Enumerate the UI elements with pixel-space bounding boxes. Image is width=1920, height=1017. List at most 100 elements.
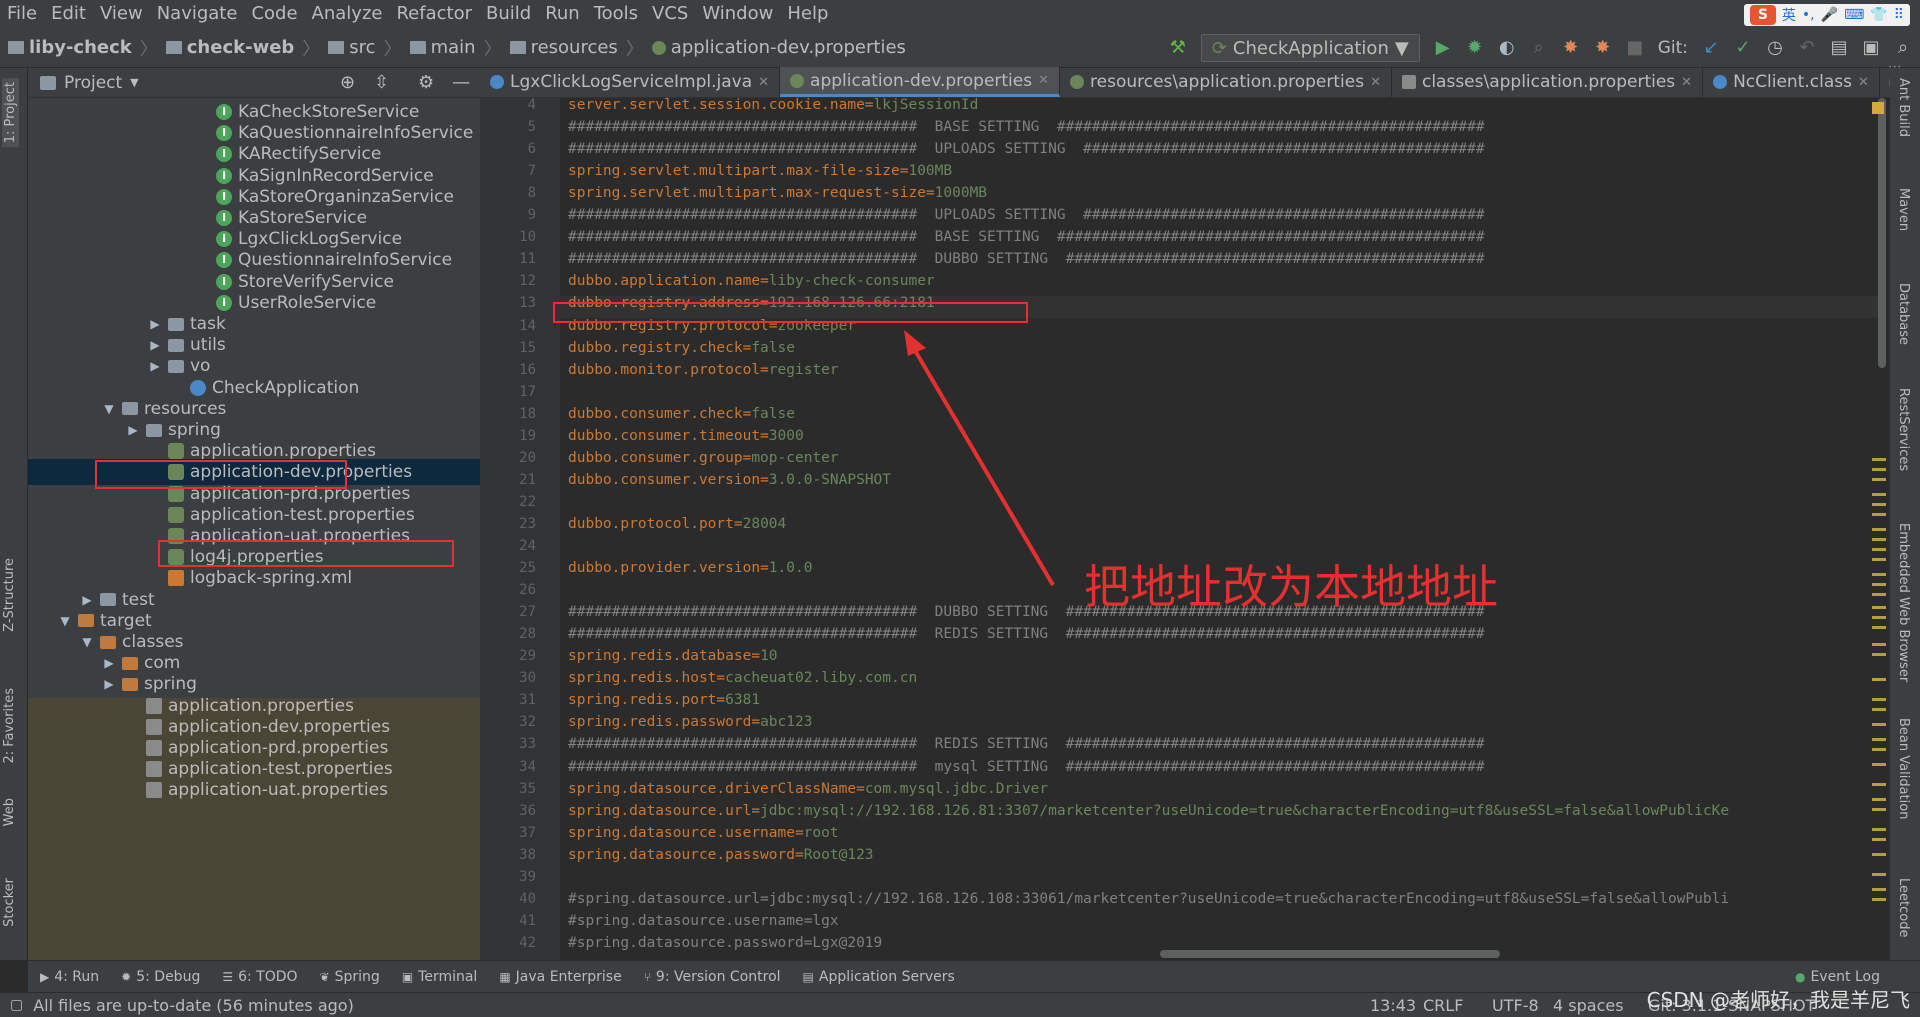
tool-spring[interactable]: ❦ Spring <box>320 969 380 985</box>
stop-icon[interactable]: ■ <box>1626 39 1644 57</box>
code-line[interactable]: spring.datasource.url=jdbc:mysql://192.1… <box>568 800 1729 822</box>
close-icon[interactable]: ✕ <box>1370 75 1381 90</box>
expanded-arrow-icon[interactable]: ▼ <box>58 614 72 628</box>
code-line[interactable]: dubbo.consumer.timeout=3000 <box>568 425 804 447</box>
tool-run[interactable]: ▶ 4: Run <box>40 969 99 985</box>
error-stripe-mark[interactable] <box>1872 798 1886 801</box>
code-line[interactable]: ########################################… <box>568 116 1485 138</box>
tool-tab-ant-build[interactable]: Ant Build <box>1896 78 1911 137</box>
code-line[interactable]: spring.redis.port=6381 <box>568 689 760 711</box>
menu-run[interactable]: Run <box>538 0 587 28</box>
search-icon[interactable]: ⌕ <box>1894 39 1912 57</box>
error-stripe-mark[interactable] <box>1872 808 1886 811</box>
tool-terminal[interactable]: ▣ Terminal <box>402 969 478 985</box>
gear-icon[interactable]: ⚙ <box>418 72 434 93</box>
code-line[interactable]: dubbo.provider.version=1.0.0 <box>568 557 812 579</box>
error-stripe-mark[interactable] <box>1872 458 1886 461</box>
code-line[interactable]: dubbo.protocol.port=28004 <box>568 513 786 535</box>
breadcrumb-project[interactable]: liby-check 〉 <box>8 35 158 61</box>
menu-refactor[interactable]: Refactor <box>389 0 479 28</box>
rollback-icon[interactable]: ↶ <box>1798 39 1816 57</box>
error-stripe-mark[interactable] <box>1872 558 1886 561</box>
tool-tab-maven[interactable]: Maven <box>1896 188 1911 231</box>
code-line[interactable]: dubbo.monitor.protocol=register <box>568 359 839 381</box>
error-stripe-mark[interactable] <box>1872 513 1886 516</box>
menu-code[interactable]: Code <box>244 0 304 28</box>
menu-tools[interactable]: Tools <box>587 0 645 28</box>
error-stripe-mark[interactable] <box>1872 888 1886 891</box>
tool-tab-restservices[interactable]: RestServices <box>1896 388 1911 471</box>
inspection-status-icon[interactable] <box>1872 102 1884 114</box>
error-stripe-mark[interactable] <box>1872 838 1886 841</box>
breadcrumb-main[interactable]: main 〉 <box>409 35 502 61</box>
tool-todo[interactable]: ☰ 6: TODO <box>222 969 297 985</box>
tool-tab-embedded-web-browser[interactable]: Embedded Web Browser <box>1896 523 1911 682</box>
tool-tab-favorites[interactable]: 2: Favorites <box>2 688 17 764</box>
tab-resources-application-properties[interactable]: resources\application.properties ✕ <box>1060 67 1392 97</box>
error-stripe-mark[interactable] <box>1872 493 1886 496</box>
close-icon[interactable]: ✕ <box>1858 75 1869 90</box>
code-line[interactable]: ########################################… <box>568 204 1485 226</box>
menu-view[interactable]: View <box>93 0 150 28</box>
tool-java-enterprise[interactable]: ▦ Java Enterprise <box>499 969 621 985</box>
tool-tab-web[interactable]: Web <box>2 798 17 826</box>
code-line[interactable]: spring.servlet.multipart.max-file-size=1… <box>568 160 952 182</box>
tool-tab-stocker[interactable]: Stocker <box>2 878 17 927</box>
expanded-arrow-icon[interactable]: ▼ <box>102 402 116 416</box>
error-stripe-mark[interactable] <box>1872 468 1886 471</box>
error-stripe-mark[interactable] <box>1872 783 1886 786</box>
close-icon[interactable]: ✕ <box>1038 73 1049 88</box>
breadcrumb-file[interactable]: application-dev.properties <box>651 37 906 58</box>
breadcrumb-module[interactable]: check-web 〉 <box>165 35 320 61</box>
tree-item[interactable]: application-uat.properties <box>28 777 480 803</box>
code-line[interactable]: dubbo.consumer.group=mop-center <box>568 447 839 469</box>
project-panel-title[interactable]: Project <box>64 73 122 93</box>
code-line[interactable]: ########################################… <box>568 623 1485 645</box>
spring-debug-icon[interactable]: ✸ <box>1594 39 1612 57</box>
error-stripe-mark[interactable] <box>1872 478 1886 481</box>
close-icon[interactable]: ✕ <box>1681 75 1692 90</box>
tab-application-dev-properties[interactable]: application-dev.properties ✕ <box>780 67 1061 97</box>
git-update-icon[interactable]: ↙ <box>1702 39 1720 57</box>
history-icon[interactable]: ◷ <box>1766 39 1784 57</box>
terminal-window-icon[interactable]: ▣ <box>1862 39 1880 57</box>
code-editor[interactable]: server.servlet.session.cookie.name=lkjSe… <box>560 98 1880 960</box>
collapsed-arrow-icon[interactable]: ▶ <box>148 338 162 352</box>
collapsed-arrow-icon[interactable]: ▶ <box>102 677 116 691</box>
locate-icon[interactable]: ⊕ <box>340 72 355 93</box>
error-stripe-mark[interactable] <box>1872 606 1886 609</box>
tool-tab-database[interactable]: Database <box>1896 283 1911 345</box>
error-stripe-mark[interactable] <box>1872 873 1886 876</box>
code-line[interactable]: #spring.datasource.url=jdbc:mysql://192.… <box>568 888 1729 910</box>
tool-version-control[interactable]: ⑂ 9: Version Control <box>644 969 781 985</box>
code-line[interactable]: ########################################… <box>568 248 1485 270</box>
tool-event-log[interactable]: ● Event Log <box>1795 969 1880 985</box>
code-line[interactable]: ########################################… <box>568 733 1485 755</box>
code-line[interactable]: #spring.datasource.password=Lgx@2019 <box>568 932 882 954</box>
breadcrumb-resources[interactable]: resources 〉 <box>509 35 644 61</box>
menu-edit[interactable]: Edit <box>44 0 93 28</box>
file-encoding[interactable]: UTF-8 <box>1492 996 1539 1015</box>
ime-language[interactable]: 英 <box>1782 5 1796 25</box>
code-line[interactable]: dubbo.application.name=liby-check-consum… <box>568 270 935 292</box>
breadcrumb-src[interactable]: src 〉 <box>328 35 402 61</box>
error-stripe-mark[interactable] <box>1872 593 1886 596</box>
hide-panel-icon[interactable]: — <box>452 72 470 93</box>
code-line[interactable]: dubbo.consumer.check=false <box>568 403 795 425</box>
code-line[interactable]: spring.datasource.driverClassName=com.my… <box>568 778 1048 800</box>
code-line[interactable]: spring.redis.database=10 <box>568 645 778 667</box>
error-stripe-mark[interactable] <box>1872 643 1886 646</box>
run-configuration-select[interactable]: ⟳ CheckApplication ▼ <box>1200 34 1420 62</box>
error-stripe-mark[interactable] <box>1872 708 1886 711</box>
tool-tab-structure[interactable]: Z-Structure <box>2 558 17 632</box>
indent-setting[interactable]: 4 spaces <box>1553 996 1624 1015</box>
error-stripe-mark[interactable] <box>1872 573 1886 576</box>
error-stripe-mark[interactable] <box>1872 898 1886 901</box>
error-stripe-mark[interactable] <box>1872 678 1886 681</box>
tool-application-servers[interactable]: ▤ Application Servers <box>803 969 955 985</box>
coverage-icon[interactable]: ◐ <box>1498 39 1516 57</box>
menu-navigate[interactable]: Navigate <box>150 0 245 28</box>
menu-window[interactable]: Window <box>695 0 780 28</box>
tool-tab-project[interactable]: 1: Project <box>2 78 19 148</box>
error-stripe-mark[interactable] <box>1872 853 1886 856</box>
